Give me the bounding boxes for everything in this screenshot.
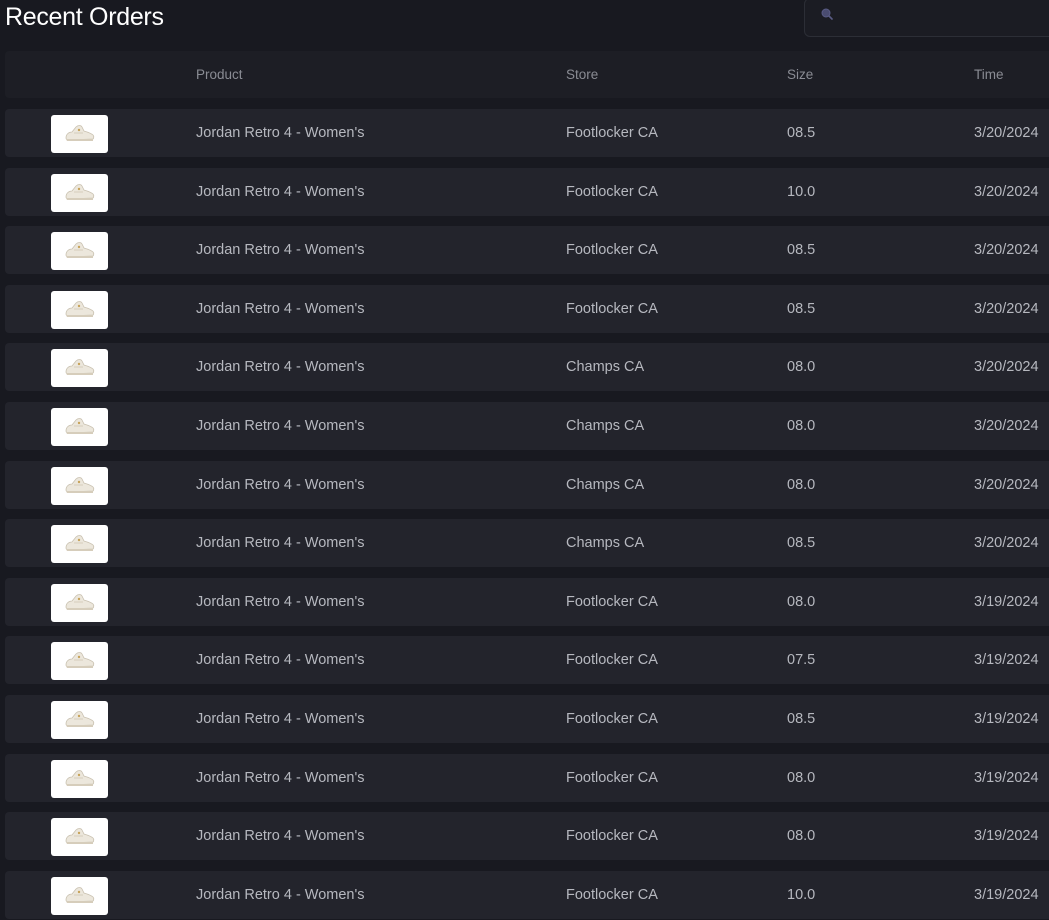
product-cell: Jordan Retro 4 - Women's [196, 125, 365, 141]
product-cell: Jordan Retro 4 - Women's [196, 476, 365, 493]
product-image [51, 525, 108, 564]
product-cell: Jordan Retro 4 - Women's [196, 242, 365, 259]
size-cell: 08.0 [787, 359, 816, 376]
product-image [51, 701, 108, 739]
product-cell: Jordan Retro 4 - Women's [196, 418, 365, 434]
product-image [51, 466, 108, 505]
time-cell: 3/20/2024 [974, 242, 1039, 259]
product-image [51, 408, 108, 446]
size-cell: 10.0 [787, 886, 816, 903]
time-cell: 3/19/2024 [974, 711, 1039, 727]
table-row[interactable]: Jordan Retro 4 - Women's Champs CA 08.0 3/2… [5, 460, 1049, 509]
size-cell: 08.0 [787, 476, 816, 493]
product-image [51, 173, 108, 212]
store-cell: Footlocker CA [566, 711, 658, 727]
search-input[interactable] [841, 5, 1049, 31]
store-cell: Footlocker CA [566, 125, 658, 141]
product-cell: Jordan Retro 4 - Women's [196, 769, 365, 786]
table-row[interactable]: Jordan Retro 4 - Women's Footlocker CA 08.… [5, 812, 1049, 861]
store-cell: Footlocker CA [566, 593, 658, 610]
product-cell: Jordan Retro 4 - Women's [196, 535, 365, 552]
store-cell: Champs CA [566, 476, 645, 493]
product-cell: Jordan Retro 4 - Women's [196, 593, 365, 610]
product-cell: Jordan Retro 4 - Women's [196, 886, 365, 903]
table-row[interactable]: Jordan Retro 4 - Women's Footlocker CA 08.… [5, 284, 1049, 333]
product-cell: Jordan Retro 4 - Women's [196, 711, 365, 727]
product-cell: Jordan Retro 4 - Women's [196, 300, 365, 317]
size-cell: 08.5 [787, 711, 816, 727]
table-row[interactable]: Jordan Retro 4 - Women's Footlocker CA 10.… [5, 870, 1049, 919]
size-cell: 08.5 [787, 535, 816, 552]
column-header-store[interactable]: Store [566, 51, 598, 98]
product-cell: Jordan Retro 4 - Women's [196, 359, 365, 376]
column-header-time[interactable]: Time [974, 51, 1004, 98]
time-cell: 3/19/2024 [974, 652, 1039, 669]
product-image [51, 818, 108, 857]
size-cell: 08.0 [787, 418, 816, 434]
time-cell: 3/20/2024 [974, 183, 1039, 200]
table-row[interactable]: Jordan Retro 4 - Women's Footlocker CA 08.… [5, 226, 1049, 275]
time-cell: 3/19/2024 [974, 593, 1039, 610]
store-cell: Footlocker CA [566, 242, 658, 259]
time-cell: 3/20/2024 [974, 418, 1039, 434]
store-cell: Footlocker CA [566, 769, 658, 786]
table-row[interactable]: Jordan Retro 4 - Women's Footlocker CA 08.… [5, 695, 1049, 743]
size-cell: 08.0 [787, 828, 816, 845]
product-image [51, 583, 108, 622]
table-row[interactable]: Jordan Retro 4 - Women's Footlocker CA 07.… [5, 636, 1049, 685]
product-image [51, 759, 108, 798]
table-row[interactable]: Jordan Retro 4 - Women's Footlocker CA 08.… [5, 753, 1049, 802]
store-cell: Footlocker CA [566, 886, 658, 903]
store-cell: Footlocker CA [566, 300, 658, 317]
store-cell: Footlocker CA [566, 183, 658, 200]
product-image [51, 642, 108, 681]
store-cell: Champs CA [566, 418, 645, 434]
time-cell: 3/19/2024 [974, 769, 1039, 786]
time-cell: 3/20/2024 [974, 476, 1039, 493]
size-cell: 08.0 [787, 593, 816, 610]
table-row[interactable]: Jordan Retro 4 - Women's Champs CA 08.0 3/2… [5, 343, 1049, 392]
product-image [51, 876, 108, 915]
store-cell: Footlocker CA [566, 652, 658, 669]
product-cell: Jordan Retro 4 - Women's [196, 828, 365, 845]
time-cell: 3/20/2024 [974, 535, 1039, 552]
table-row[interactable]: Jordan Retro 4 - Women's Champs CA 08.5 3/2… [5, 519, 1049, 568]
table-header: Product Store Size Time [5, 51, 1049, 98]
time-cell: 3/19/2024 [974, 886, 1039, 903]
product-image [51, 232, 108, 271]
store-cell: Champs CA [566, 535, 645, 552]
time-cell: 3/20/2024 [974, 125, 1039, 141]
size-cell: 10.0 [787, 183, 816, 200]
product-cell: Jordan Retro 4 - Women's [196, 183, 365, 200]
column-header-product[interactable]: Product [196, 51, 243, 98]
search-box[interactable] [804, 0, 1049, 37]
size-cell: 08.0 [787, 769, 816, 786]
size-cell: 08.5 [787, 125, 816, 141]
size-cell: 08.5 [787, 242, 816, 259]
size-cell: 07.5 [787, 652, 816, 669]
product-image [51, 349, 108, 388]
time-cell: 3/19/2024 [974, 828, 1039, 845]
orders-table: Product Store Size Time Jordan Retro 4 -… [5, 51, 1049, 919]
search-icon [821, 7, 833, 20]
column-header-size[interactable]: Size [787, 51, 813, 98]
product-cell: Jordan Retro 4 - Women's [196, 652, 365, 669]
size-cell: 08.5 [787, 300, 816, 317]
time-cell: 3/20/2024 [974, 300, 1039, 317]
table-row[interactable]: Jordan Retro 4 - Women's Champs CA 08.0 3/2… [5, 402, 1049, 450]
store-cell: Champs CA [566, 359, 645, 376]
time-cell: 3/20/2024 [974, 359, 1039, 376]
table-row[interactable]: Jordan Retro 4 - Women's Footlocker CA 08.… [5, 109, 1049, 157]
product-image [51, 290, 108, 329]
table-row[interactable]: Jordan Retro 4 - Women's Footlocker CA 10.… [5, 167, 1049, 216]
product-image [51, 115, 108, 153]
page-title: Recent Orders [5, 3, 164, 31]
table-row[interactable]: Jordan Retro 4 - Women's Footlocker CA 08.… [5, 577, 1049, 626]
store-cell: Footlocker CA [566, 828, 658, 845]
